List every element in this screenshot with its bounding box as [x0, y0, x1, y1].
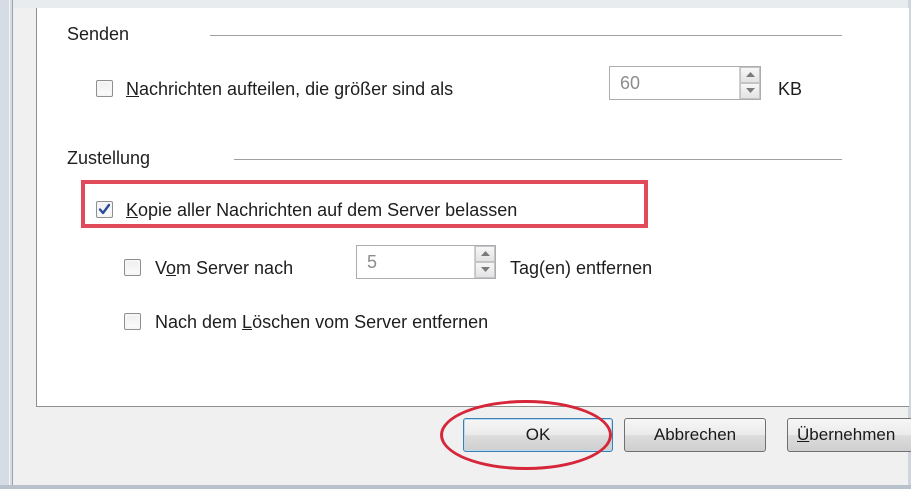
split-size-unit: KB — [778, 79, 803, 99]
apply-button[interactable]: Übernehmen — [787, 418, 911, 452]
remove-after-days-spinbox[interactable]: 5 — [356, 245, 496, 279]
remove-after-spin-buttons — [474, 246, 495, 278]
split-size-spinbox[interactable]: 60 — [609, 66, 761, 100]
remove-after-label-pre: V — [155, 258, 167, 278]
window-frame-bottom — [0, 485, 911, 489]
send-group-label: Senden — [67, 24, 130, 44]
remove-on-delete-label[interactable]: Nach dem Löschen vom Server entfernen — [155, 311, 488, 333]
delivery-group-separator — [234, 159, 842, 160]
send-group-separator — [210, 35, 842, 36]
ok-circle-annotation — [440, 400, 612, 470]
remove-on-delete-mnemonic: L — [242, 312, 253, 332]
remove-after-decrement-button[interactable] — [475, 262, 495, 278]
delivery-group-label: Zustellung — [67, 148, 151, 168]
remove-after-mnemonic: o — [166, 258, 177, 278]
split-messages-label[interactable]: Nachrichten aufteilen, die größer sind a… — [126, 78, 453, 100]
cancel-button[interactable]: Abbrechen — [624, 418, 766, 452]
window-frame-left — [0, 0, 13, 489]
remove-after-label-text: m Server nach — [176, 258, 294, 278]
highlight-box-annotation — [81, 180, 648, 228]
arrow-up-icon — [481, 251, 490, 256]
apply-label-text: bernehmen — [809, 425, 896, 444]
apply-mnemonic: Ü — [797, 425, 810, 444]
arrow-up-icon — [746, 72, 755, 77]
remove-after-increment-button[interactable] — [475, 246, 495, 262]
remove-after-days-value[interactable]: 5 — [367, 252, 377, 273]
split-size-decrement-button[interactable] — [740, 83, 760, 99]
remove-on-delete-label-text: öschen vom Server entfernen — [252, 312, 489, 332]
arrow-down-icon — [746, 88, 755, 93]
split-messages-checkbox[interactable] — [96, 80, 113, 97]
split-size-increment-button[interactable] — [740, 67, 760, 83]
window-frame-top — [0, 0, 911, 8]
remove-after-days-checkbox[interactable] — [124, 259, 141, 276]
split-size-spin-buttons — [739, 67, 760, 99]
remove-on-delete-label-pre: Nach dem — [155, 312, 243, 332]
remove-after-days-unit: Tag(en) entfernen — [510, 258, 653, 278]
remove-on-delete-checkbox[interactable] — [124, 313, 141, 330]
arrow-down-icon — [481, 267, 490, 272]
split-messages-label-text: achrichten aufteilen, die größer sind al… — [139, 79, 454, 99]
split-size-value[interactable]: 60 — [620, 73, 640, 94]
split-messages-mnemonic: N — [126, 79, 139, 99]
remove-after-days-label[interactable]: Vom Server nach — [155, 257, 293, 279]
